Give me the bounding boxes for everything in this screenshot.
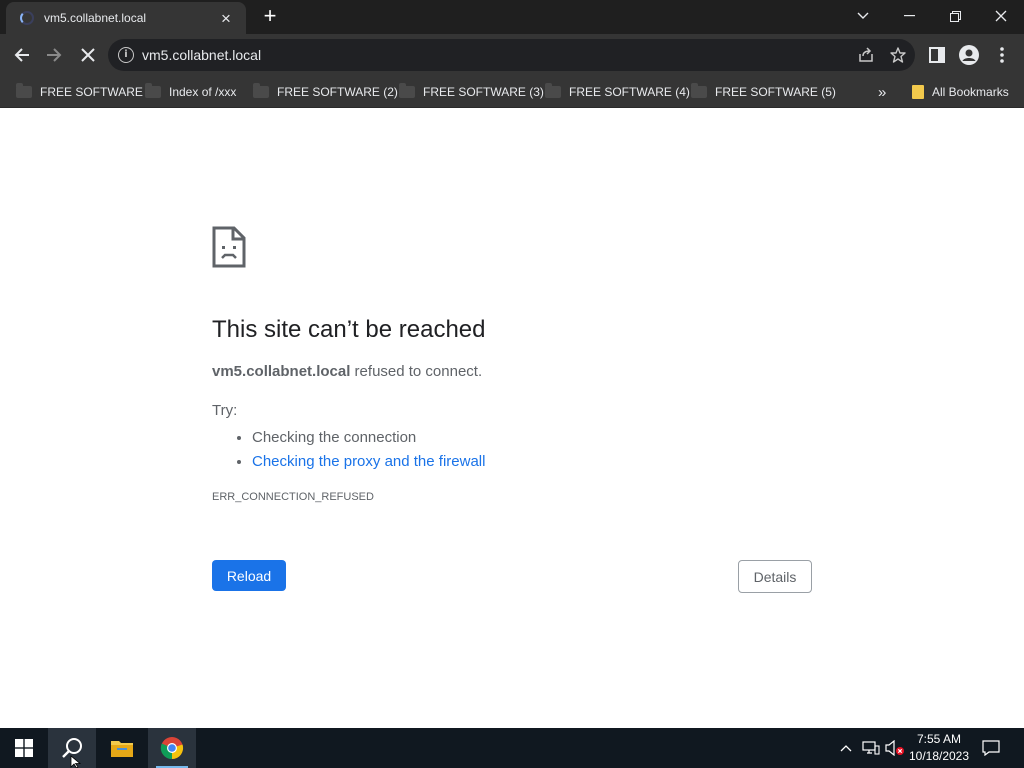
reload-button[interactable]: Reload <box>212 560 286 591</box>
profile-button[interactable] <box>957 43 981 67</box>
forward-button[interactable] <box>38 39 70 71</box>
more-vertical-icon <box>1000 47 1004 63</box>
share-icon[interactable] <box>856 45 876 65</box>
network-button[interactable] <box>861 738 881 758</box>
tab-strip: vm5.collabnet.local × + <box>0 0 1024 34</box>
clock-date: 10/18/2023 <box>908 749 970 763</box>
double-chevron-right-icon: » <box>878 83 887 101</box>
info-icon[interactable]: i <box>118 47 134 63</box>
details-button[interactable]: Details <box>738 560 812 593</box>
back-button[interactable] <box>6 39 38 71</box>
mouse-cursor-icon <box>70 755 82 768</box>
error-title: This site can’t be reached <box>212 316 486 343</box>
folder-icon <box>111 741 133 757</box>
folder-icon <box>912 85 924 99</box>
bookmark-label: Index of /xxx <box>169 85 237 99</box>
folder-icon <box>691 83 707 98</box>
loading-spinner-icon <box>20 11 34 25</box>
more-bookmarks-button[interactable]: » <box>878 81 886 103</box>
stop-icon <box>81 48 95 62</box>
all-bookmarks-label: All Bookmarks <box>932 85 1009 99</box>
all-bookmarks-button[interactable]: All Bookmarks <box>912 81 1009 103</box>
start-button[interactable] <box>0 728 48 768</box>
error-summary-text: refused to connect. <box>350 363 483 380</box>
show-hidden-icons-button[interactable] <box>836 738 856 758</box>
clock-time: 7:55 AM <box>916 732 962 746</box>
folder-icon <box>253 83 269 98</box>
suggestion-list: Checking the connection Checking the pro… <box>232 426 485 474</box>
bookmark-folder[interactable]: FREE SOFTWARE (5) <box>691 81 836 103</box>
restore-button[interactable] <box>932 0 978 32</box>
network-icon <box>862 741 880 755</box>
chevron-up-icon <box>840 745 852 752</box>
notifications-button[interactable] <box>981 738 1001 758</box>
arrow-left-icon <box>14 48 29 62</box>
bookmark-label: FREE SOFTWARE (2) <box>277 85 398 99</box>
minimize-icon <box>903 15 915 17</box>
chrome-icon <box>160 737 184 760</box>
close-window-button[interactable] <box>978 0 1024 32</box>
restore-icon <box>949 10 961 22</box>
bookmark-label: FREE SOFTWARE (4) <box>569 85 690 99</box>
bookmark-label: FREE SOFTWARE (3) <box>423 85 544 99</box>
system-clock[interactable]: 7:55 AM 10/18/2023 <box>906 731 972 765</box>
bookmark-folder[interactable]: Index of /xxx <box>145 81 236 103</box>
error-host: vm5.collabnet.local <box>212 363 351 380</box>
volume-button[interactable] <box>885 738 905 758</box>
tab-search-button[interactable] <box>840 0 886 32</box>
folder-icon <box>145 83 161 98</box>
suggestion-proxy-firewall-link[interactable]: Checking the proxy and the firewall <box>252 453 485 470</box>
windows-logo-icon <box>15 739 33 757</box>
sad-document-icon <box>212 226 246 268</box>
close-icon <box>995 10 1007 22</box>
bookmark-folder[interactable]: FREE SOFTWARE (3) <box>399 81 544 103</box>
browser-tab[interactable]: vm5.collabnet.local × <box>6 2 246 34</box>
bookmark-star-icon[interactable] <box>888 45 908 65</box>
address-text[interactable]: vm5.collabnet.local <box>142 47 261 63</box>
folder-icon <box>545 83 561 98</box>
browser-toolbar: i vm5.collabnet.local <box>0 34 1024 76</box>
suggestion-check-connection: Checking the connection <box>252 429 417 446</box>
chrome-taskbar-button[interactable] <box>148 728 196 768</box>
page-content: This site can’t be reached vm5.collabnet… <box>0 109 1024 728</box>
bookmarks-bar: FREE SOFTWARE Index of /xxx FREE SOFTWAR… <box>0 76 1024 108</box>
address-bar[interactable]: i vm5.collabnet.local <box>108 39 915 71</box>
stop-loading-button[interactable] <box>72 39 104 71</box>
arrow-right-icon <box>47 48 62 62</box>
tab-title: vm5.collabnet.local <box>44 11 147 25</box>
suggestion-item: Checking the proxy and the firewall <box>252 450 485 474</box>
windows-taskbar: 7:55 AM 10/18/2023 <box>0 728 1024 768</box>
side-panel-icon <box>929 47 945 63</box>
error-code: ERR_CONNECTION_REFUSED <box>212 491 374 503</box>
tab-close-icon[interactable]: × <box>216 10 236 27</box>
bookmark-label: FREE SOFTWARE (5) <box>715 85 836 99</box>
bookmark-folder[interactable]: FREE SOFTWARE <box>16 81 143 103</box>
bookmark-folder[interactable]: FREE SOFTWARE (4) <box>545 81 690 103</box>
file-explorer-button[interactable] <box>98 728 146 768</box>
minimize-button[interactable] <box>886 0 932 32</box>
folder-icon <box>16 83 32 98</box>
avatar-icon <box>959 45 979 65</box>
bookmark-label: FREE SOFTWARE <box>40 85 143 99</box>
folder-icon <box>399 83 415 98</box>
chevron-down-icon <box>857 12 869 19</box>
bookmark-folder[interactable]: FREE SOFTWARE (2) <box>253 81 398 103</box>
try-label: Try: <box>212 402 238 419</box>
new-tab-button[interactable]: + <box>258 5 282 29</box>
volume-muted-icon <box>885 740 904 756</box>
suggestion-item: Checking the connection <box>252 426 485 450</box>
side-panel-button[interactable] <box>925 43 949 67</box>
notification-icon <box>982 740 1000 756</box>
error-summary: vm5.collabnet.local refused to connect. <box>212 363 482 380</box>
menu-button[interactable] <box>990 43 1014 67</box>
